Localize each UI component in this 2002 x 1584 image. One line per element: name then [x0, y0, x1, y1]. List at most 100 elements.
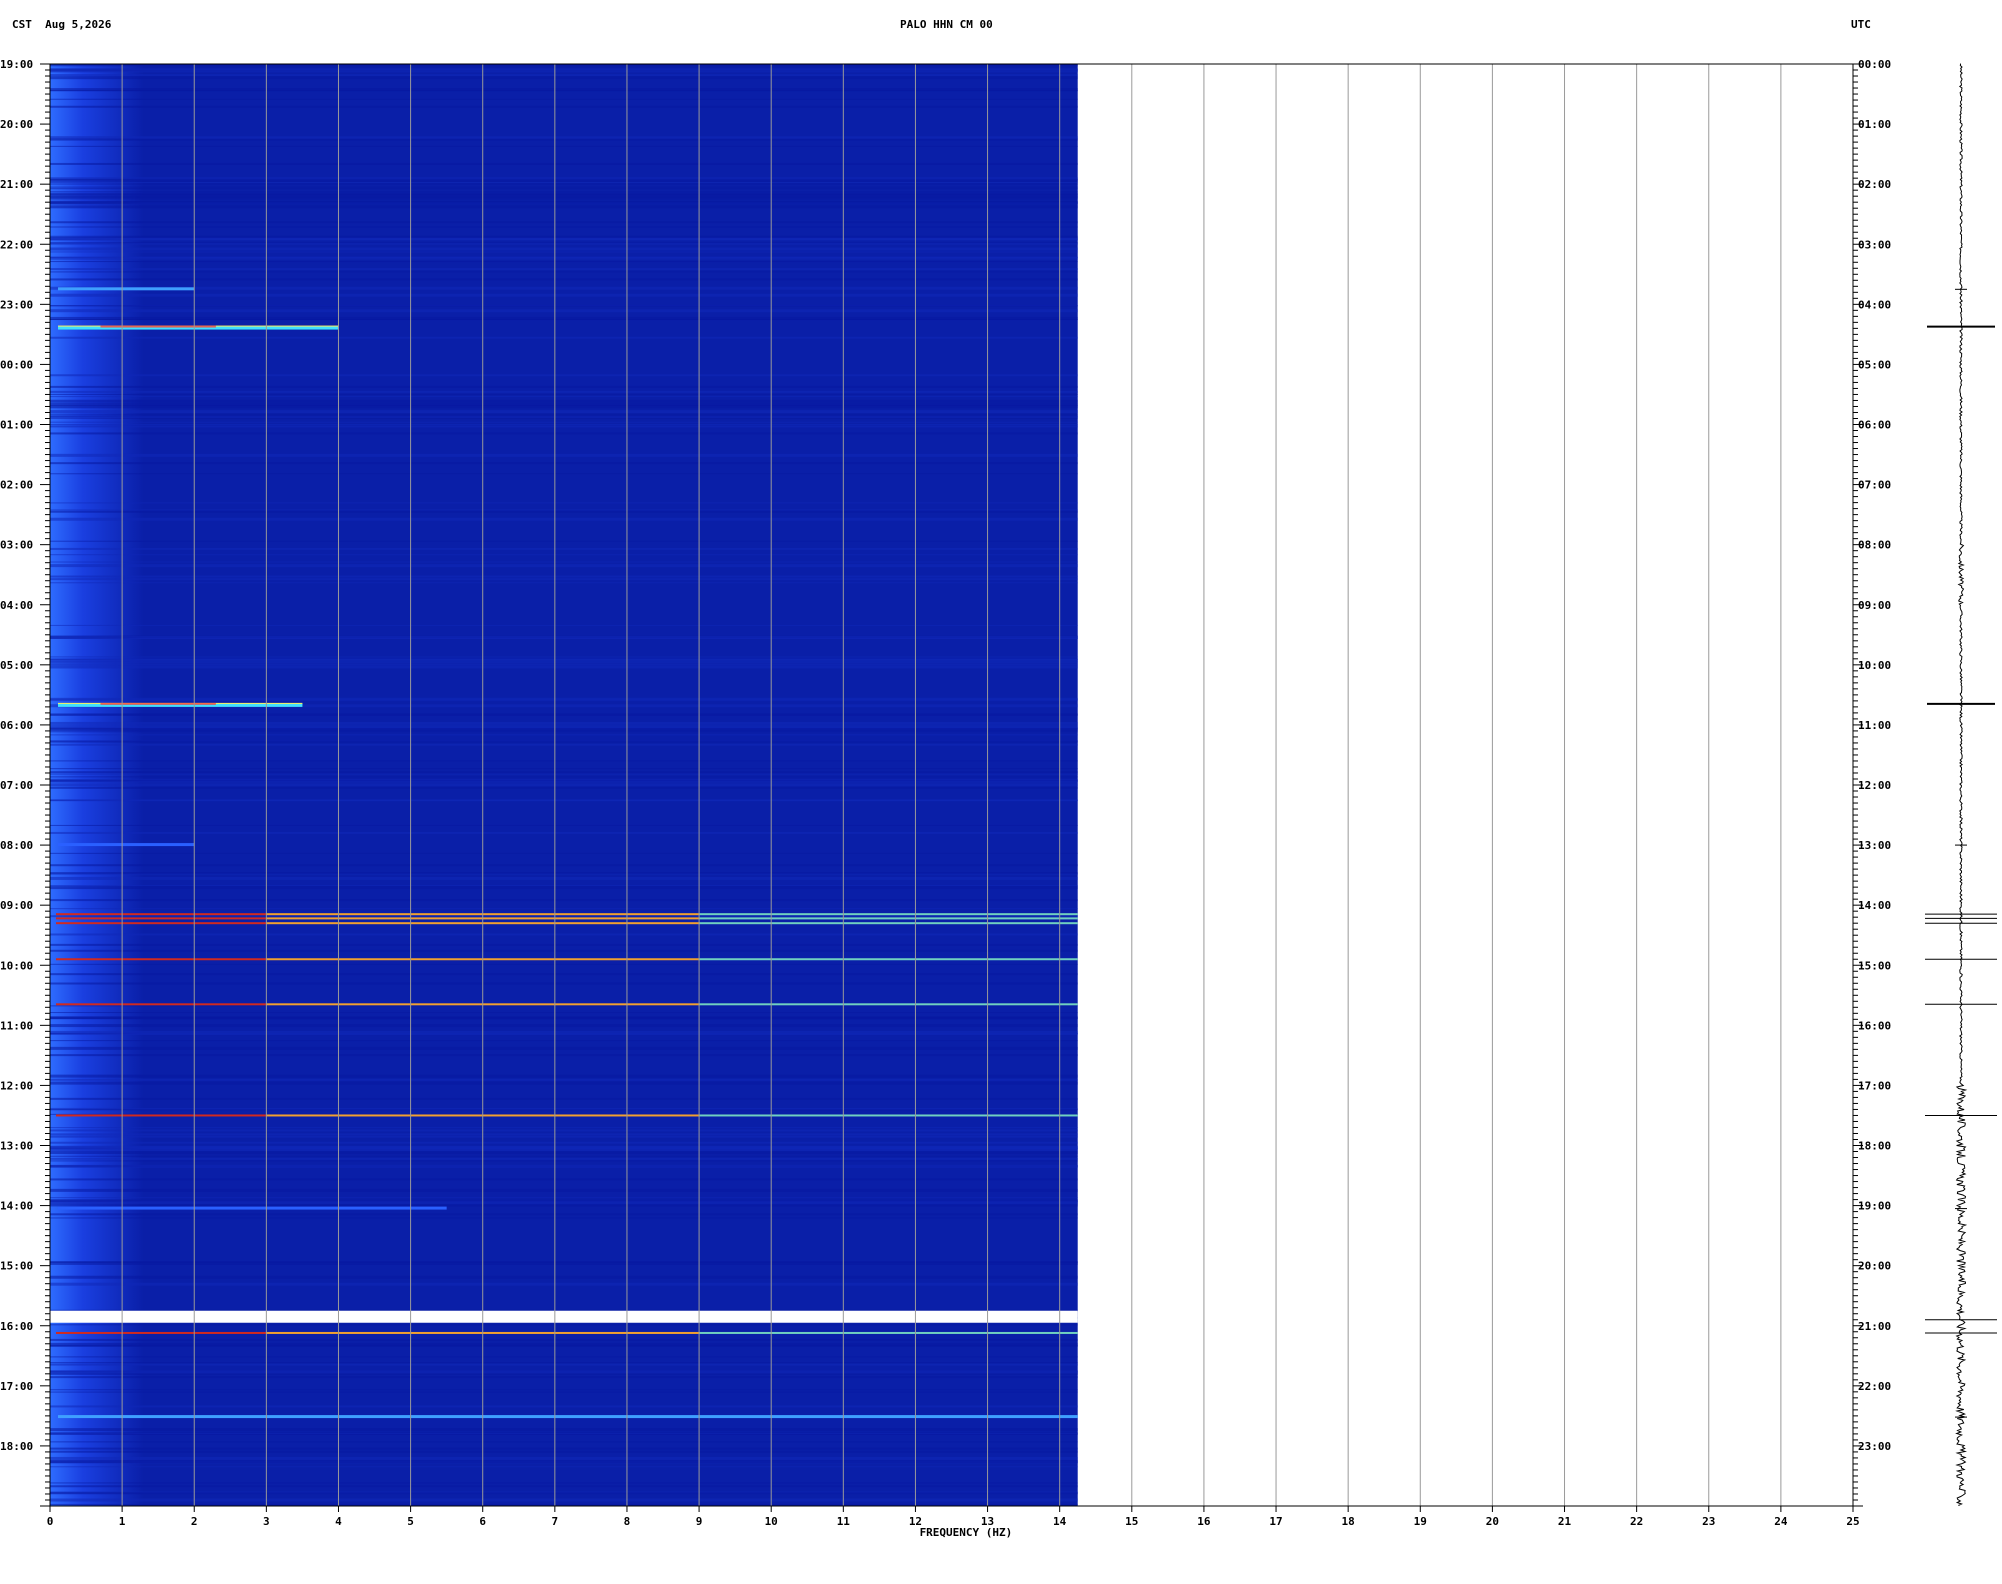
noise-stripe — [50, 1024, 1078, 1028]
noise-stripe — [50, 1324, 1078, 1326]
noise-stripe — [50, 405, 1078, 409]
noise-stripe — [50, 727, 1078, 731]
event-line-high — [699, 1331, 1078, 1334]
noise-stripe — [50, 251, 1078, 253]
noise-stripe — [50, 1135, 1078, 1138]
noise-stripe — [50, 268, 1078, 271]
right-time-label: 00:00 — [1858, 58, 1891, 71]
noise-stripe — [50, 780, 1078, 783]
noise-stripe — [50, 1217, 1078, 1219]
noise-stripe — [50, 1376, 1078, 1379]
x-tick-label: 8 — [624, 1515, 631, 1528]
noise-stripe — [50, 242, 1078, 244]
noise-stripe — [50, 510, 1078, 513]
noise-stripe — [50, 886, 1078, 890]
noise-stripe — [50, 425, 1078, 428]
event-line-low — [56, 958, 267, 961]
x-tick-label: 11 — [837, 1515, 851, 1528]
noise-stripe — [50, 390, 1078, 393]
noise-stripe — [50, 624, 1078, 626]
right-time-label: 10:00 — [1858, 659, 1891, 672]
event-line-high — [699, 1114, 1078, 1117]
noise-stripe — [50, 432, 1078, 435]
noise-stripe — [50, 1081, 1078, 1085]
noise-stripe — [50, 221, 1078, 224]
noise-stripe — [50, 773, 1078, 775]
event-line-low — [56, 922, 267, 925]
left-time-label: 07:00 — [0, 779, 33, 792]
x-tick-label: 10 — [765, 1515, 778, 1528]
noise-stripe — [50, 188, 1078, 190]
event-band — [58, 287, 195, 291]
noise-stripe — [50, 771, 1078, 774]
noise-stripe — [50, 1151, 1078, 1155]
noise-stripe — [50, 1391, 1078, 1393]
x-tick-label: 4 — [335, 1515, 342, 1528]
noise-stripe — [50, 1046, 1078, 1050]
noise-stripe — [50, 554, 1078, 556]
noise-stripe — [50, 1141, 1078, 1144]
x-tick-label: 3 — [263, 1515, 270, 1528]
noise-stripe — [50, 319, 1078, 321]
left-time-label: 00:00 — [0, 358, 33, 371]
noise-stripe — [50, 1017, 1078, 1020]
noise-stripe — [50, 1197, 1078, 1199]
left-time-label: 09:00 — [0, 899, 33, 912]
noise-stripe — [50, 191, 1078, 193]
left-time-label: 13:00 — [0, 1140, 33, 1153]
noise-stripe — [50, 1148, 1078, 1152]
event-peak — [100, 325, 216, 328]
noise-stripe — [50, 731, 1078, 733]
noise-stripe — [50, 663, 1078, 666]
noise-stripe — [50, 1356, 1078, 1358]
left-time-label: 06:00 — [0, 719, 33, 732]
noise-stripe — [50, 181, 1078, 183]
noise-stripe — [50, 783, 1078, 787]
noise-stripe — [50, 963, 1078, 965]
event-peak — [100, 702, 216, 705]
left-time-label: 17:00 — [0, 1380, 33, 1393]
x-axis-label: FREQUENCY (HZ) — [920, 1526, 1013, 1539]
noise-stripe — [50, 336, 1078, 339]
noise-stripe — [50, 873, 1078, 875]
noise-stripe — [50, 908, 1078, 910]
noise-stripe — [50, 740, 1078, 743]
right-time-label: 16:00 — [1858, 1019, 1891, 1032]
noise-stripe — [50, 1362, 1078, 1364]
noise-stripe — [50, 396, 1078, 398]
right-time-label: 23:00 — [1858, 1440, 1891, 1453]
noise-stripe — [50, 1466, 1078, 1468]
x-tick-label: 7 — [552, 1515, 559, 1528]
noise-stripe — [50, 661, 1078, 664]
noise-stripe — [50, 399, 1078, 403]
noise-stripe — [50, 393, 1078, 395]
noise-stripe — [50, 1012, 1078, 1014]
noise-stripe — [50, 237, 1078, 241]
noise-stripe — [50, 1078, 1078, 1081]
left-time-label: 18:00 — [0, 1440, 33, 1453]
right-time-label: 21:00 — [1858, 1320, 1891, 1333]
right-time-label: 02:00 — [1858, 178, 1891, 191]
noise-stripe — [50, 90, 1078, 92]
noise-stripe — [50, 768, 1078, 770]
noise-stripe — [50, 1428, 1078, 1432]
noise-stripe — [50, 949, 1078, 952]
noise-stripe — [50, 271, 1078, 273]
right-time-label: 18:00 — [1858, 1140, 1891, 1153]
left-time-label: 22:00 — [0, 238, 33, 251]
noise-stripe — [50, 540, 1078, 542]
left-time-label: 21:00 — [0, 178, 33, 191]
noise-stripe — [50, 721, 1078, 725]
noise-stripe — [50, 852, 1078, 854]
noise-stripe — [50, 1261, 1078, 1265]
spectrogram-chart: 19:00 20:00 21:00 22:00 23:00 00:00 01:00 02:00… — [0, 58, 1997, 1539]
right-time-label: 04:00 — [1858, 298, 1891, 311]
left-time-label: 08:00 — [0, 839, 33, 852]
noise-stripe — [50, 1133, 1078, 1136]
x-tick-label: 24 — [1774, 1515, 1788, 1528]
event-band — [58, 1206, 447, 1210]
x-tick-label: 2 — [191, 1515, 198, 1528]
noise-stripe — [50, 68, 1078, 70]
right-time-label: 01:00 — [1858, 118, 1891, 131]
noise-stripe — [50, 424, 1078, 426]
